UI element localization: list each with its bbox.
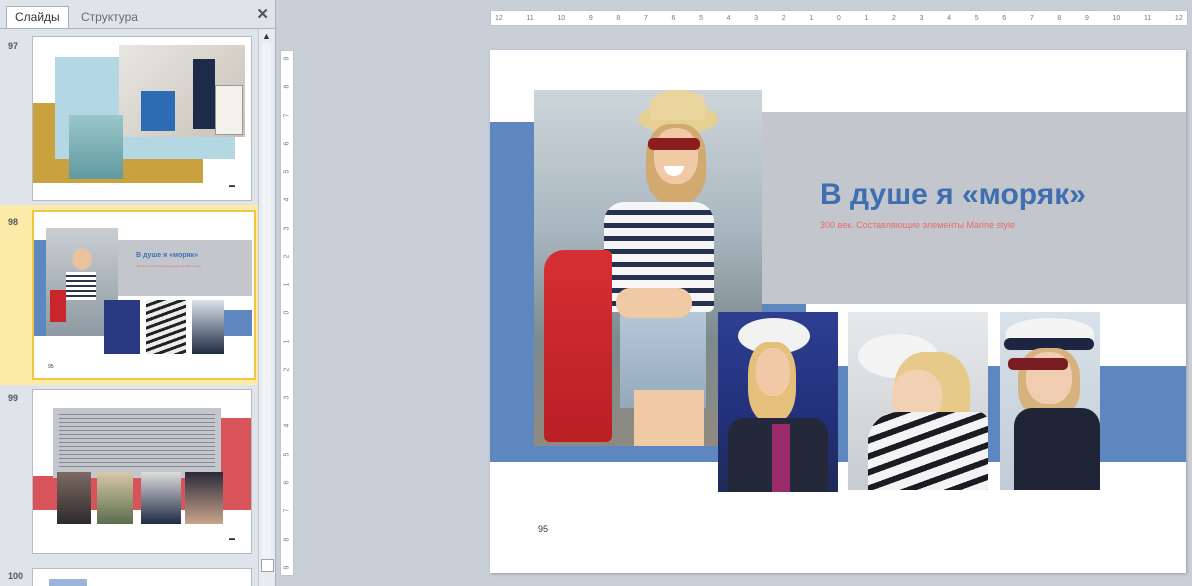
scroll-thumb[interactable]: [262, 43, 271, 563]
slide-number-label: 99: [8, 393, 19, 403]
ruler-tick-label: 3: [283, 395, 291, 400]
thumbnail-scrollbar[interactable]: ▲: [258, 29, 275, 586]
decor-photo: [69, 115, 123, 179]
ruler-tick-label: 4: [726, 15, 731, 22]
thumb-title: В душе я «моряк»: [136, 252, 199, 259]
slide-number-label: 98: [8, 217, 19, 227]
ruler-tick-label: 5: [974, 15, 979, 22]
slide-thumbnail-100[interactable]: 100: [0, 559, 258, 586]
slides-pane: Слайды Структура ✕ 97 ▬ 98 В душе я «мор…: [0, 0, 276, 586]
ruler-tick-label: 5: [283, 169, 291, 174]
ruler-tick-label: 1: [809, 15, 814, 22]
ruler-tick-label: 0: [836, 15, 841, 22]
vertical-ruler[interactable]: 9 8 7 6 5 4 3 2 1 0 1 2 3 4 5 6 7 8 9: [280, 50, 294, 576]
sailor-photo-2: [146, 300, 186, 354]
ruler-tick-label: 7: [643, 15, 648, 22]
ruler-tick-label: 2: [283, 367, 291, 372]
ruler-tick-label: 12: [1174, 15, 1183, 22]
horizontal-ruler[interactable]: 12 11 10 9 8 7 6 5 4 3 2 1 0 1 2 3 4 5 6 7 8 9 10 11 12: [490, 10, 1188, 26]
ruler-tick-label: 1: [283, 282, 291, 287]
ruler-tick-label: 10: [557, 15, 566, 22]
ruler-tick-label: 11: [1143, 15, 1152, 22]
thumb-subtitle: 300 век. Составляющие элементы Marine st…: [136, 264, 201, 268]
ruler-tick-label: 2: [781, 15, 786, 22]
ruler-tick-label: 7: [283, 508, 291, 513]
ruler-tick-label: 3: [919, 15, 924, 22]
ruler-tick-label: 0: [283, 310, 291, 315]
ruler-tick-label: 6: [283, 480, 291, 485]
slide-thumbnail-98[interactable]: 98 В душе я «моряк» 300 век. Составляющи…: [0, 205, 258, 385]
slide-subtitle[interactable]: 300 век. Составляющие элементы Marine st…: [820, 220, 1015, 230]
ruler-tick-label: 9: [283, 565, 291, 570]
slide-thumbnail-list: 97 ▬ 98 В душе я «моряк» 300 век. Состав…: [0, 29, 258, 586]
photo-c: [141, 472, 181, 524]
ruler-tick-label: 8: [283, 84, 291, 89]
slide-number-label: 97: [8, 41, 19, 51]
sailor-photo-3: [192, 300, 224, 354]
slide-thumbnail-99[interactable]: 99 ▬: [0, 385, 258, 557]
ruler-tick-label: 8: [1057, 15, 1062, 22]
striped-shirt-photo: [848, 312, 988, 490]
ruler-tick-label: 3: [283, 226, 291, 231]
photo-d: [185, 472, 223, 524]
slide-title[interactable]: В душе я «моряк»: [820, 178, 1086, 212]
ruler-tick-label: 3: [754, 15, 759, 22]
photo-b: [97, 472, 133, 524]
ruler-tick-label: 2: [892, 15, 896, 22]
scroll-down-button[interactable]: [261, 559, 274, 572]
slide-thumbnail-image[interactable]: ▬: [32, 36, 252, 201]
slide-thumbnail-image[interactable]: [32, 568, 252, 586]
ruler-tick-label: 9: [283, 56, 291, 61]
slide-thumbnail-image[interactable]: ▬: [32, 389, 252, 554]
ruler-tick-label: 6: [283, 141, 291, 146]
sailor-beret-photo: [718, 312, 838, 492]
thumb-text-lines: [59, 414, 215, 468]
ruler-tick-label: 11: [526, 15, 534, 22]
ruler-tick-label: 8: [616, 15, 621, 22]
slide-number-label: 100: [8, 571, 24, 581]
slide-canvas[interactable]: В душе я «моряк» 300 век. Составляющие э…: [490, 50, 1186, 573]
ruler-tick-label: 5: [283, 452, 291, 457]
close-icon[interactable]: ✕: [256, 5, 269, 23]
left-blue-band: [490, 122, 540, 462]
ruler-tick-label: 1: [864, 15, 869, 22]
sailor-photo-1: [104, 300, 140, 354]
pane-tabs: Слайды Структура ✕: [0, 0, 275, 29]
ruler-tick-label: 4: [283, 424, 291, 428]
ruler-tick-label: 7: [283, 113, 291, 117]
tab-slides[interactable]: Слайды: [6, 6, 69, 28]
ruler-tick-label: 12: [495, 15, 503, 22]
scroll-up-icon[interactable]: ▲: [262, 31, 271, 41]
ruler-tick-label: 6: [1002, 15, 1007, 22]
ruler-tick-label: 10: [1112, 15, 1121, 22]
ruler-tick-label: 7: [1029, 15, 1034, 22]
captain-hat-photo: [1000, 312, 1100, 490]
ruler-tick-label: 1: [283, 339, 291, 344]
ruler-tick-label: 4: [283, 197, 291, 202]
ruler-tick-label: 9: [588, 15, 593, 22]
slide-number: 95: [538, 524, 549, 534]
ruler-tick-label: 2: [283, 254, 291, 259]
ruler-tick-label: 5: [699, 15, 703, 22]
ruler-tick-label: 8: [283, 537, 291, 541]
photo-a: [57, 472, 91, 524]
ruler-tick-label: 4: [947, 15, 952, 22]
ruler-tick-label: 9: [1084, 15, 1089, 22]
room-photo: [119, 45, 245, 137]
slide-thumbnail-image[interactable]: В душе я «моряк» 300 век. Составляющие э…: [32, 210, 256, 380]
ruler-tick-label: 6: [671, 15, 676, 22]
slide-thumbnail-97[interactable]: 97 ▬: [0, 29, 258, 205]
tab-outline[interactable]: Структура: [72, 6, 147, 29]
